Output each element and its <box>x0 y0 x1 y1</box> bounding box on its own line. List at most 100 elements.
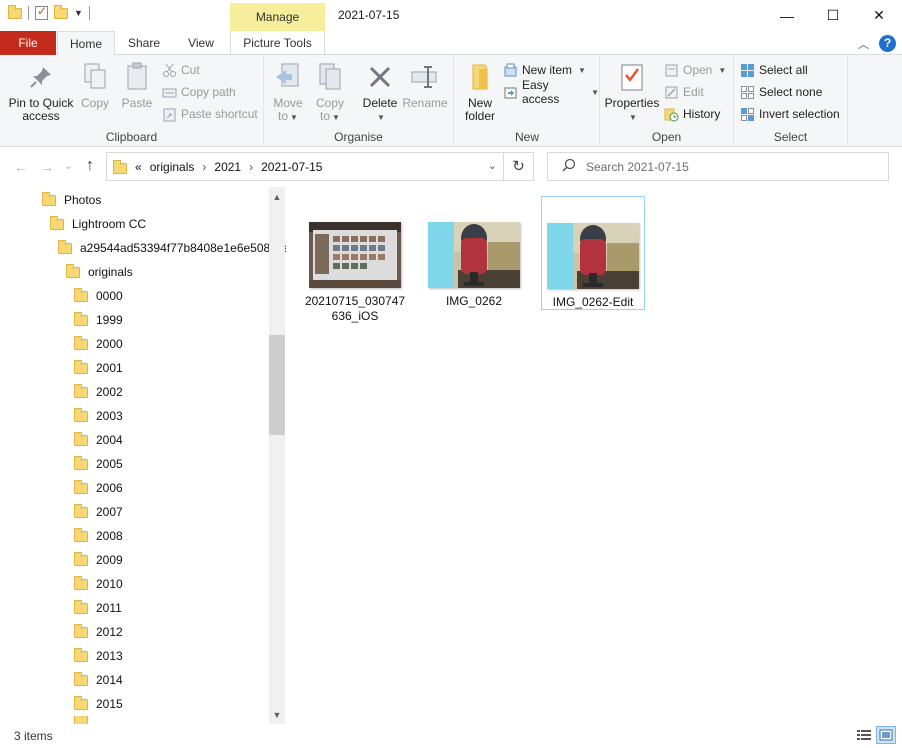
folder-icon <box>8 4 22 19</box>
file-name: IMG_0262-Edit <box>552 295 634 309</box>
tab-home[interactable]: Home <box>57 31 115 56</box>
tree-item-2009[interactable]: 2009 <box>74 548 123 572</box>
tree-item-label: 2002 <box>96 385 123 399</box>
tree-item-2005[interactable]: 2005 <box>74 452 123 476</box>
file-item-selected[interactable]: IMG_0262-Edit <box>541 196 645 310</box>
manage-contextual-tab[interactable]: Manage <box>230 3 325 31</box>
address-row: ← → ⌄ ↑ « originals › 2021 › 2021-07-15 … <box>0 147 902 187</box>
forward-button[interactable]: → <box>40 159 54 175</box>
file-item[interactable]: IMG_0262 <box>422 196 526 310</box>
delete-button[interactable]: Delete ▼ <box>360 61 400 124</box>
maximize-button[interactable]: ☐ <box>810 0 856 31</box>
up-button[interactable]: ↑ <box>86 157 94 175</box>
folder-icon <box>74 383 88 398</box>
tree-item-catalog-id[interactable]: a29544ad53394f77b8408e1e6e50817a <box>58 236 286 260</box>
new-folder-button[interactable]: New folder <box>459 61 501 123</box>
dropdown-arrow-icon: ▼ <box>332 113 340 122</box>
tree-item-0000[interactable]: 0000 <box>74 284 123 308</box>
tree-item-2008[interactable]: 2008 <box>74 524 123 548</box>
photo-thumbnail <box>547 223 639 289</box>
rename-button[interactable]: Rename <box>402 61 448 110</box>
tree-item-2001[interactable]: 2001 <box>74 356 123 380</box>
tree-item-2012[interactable]: 2012 <box>74 620 123 644</box>
breadcrumb-originals[interactable]: originals <box>150 160 195 174</box>
breadcrumb-separator[interactable]: › <box>249 160 253 174</box>
copy-to-button[interactable]: Copy to ▼ <box>312 61 348 124</box>
easy-access-icon <box>503 85 518 100</box>
tree-item-2010[interactable]: 2010 <box>74 572 123 596</box>
edit-button[interactable]: Edit <box>664 83 704 101</box>
move-to-button[interactable]: Move to ▼ <box>270 61 306 124</box>
address-bar[interactable]: « originals › 2021 › 2021-07-15 ⌄ <box>106 152 504 181</box>
open-group-label: Open <box>651 130 682 144</box>
refresh-button[interactable]: ↻ <box>504 152 534 181</box>
folder-icon <box>74 695 88 710</box>
properties-icon[interactable] <box>35 4 48 20</box>
address-dropdown-icon[interactable]: ⌄ <box>488 159 497 172</box>
paste-shortcut-button[interactable]: Paste shortcut <box>162 105 258 123</box>
tree-item-2013[interactable]: 2013 <box>74 644 123 668</box>
tree-item-label: 0000 <box>96 289 123 303</box>
tree-item-2004[interactable]: 2004 <box>74 428 123 452</box>
tab-view[interactable]: View <box>176 31 226 55</box>
tree-item-originals[interactable]: originals <box>66 260 133 284</box>
breadcrumb-2021-07-15[interactable]: 2021-07-15 <box>261 160 322 174</box>
tab-picture-tools[interactable]: Picture Tools <box>230 31 325 55</box>
details-view-icon[interactable] <box>854 726 874 744</box>
search-icon <box>562 158 576 175</box>
breadcrumb-separator[interactable]: › <box>202 160 206 174</box>
close-button[interactable]: ✕ <box>856 0 902 31</box>
tree-item-2014[interactable]: 2014 <box>74 668 123 692</box>
copy-button[interactable]: Copy <box>76 61 114 110</box>
select-all-button[interactable]: Select all <box>740 61 808 79</box>
properties-button[interactable]: Properties ▼ <box>604 61 660 124</box>
select-none-button[interactable]: Select none <box>740 83 822 101</box>
tab-share[interactable]: Share <box>118 31 170 55</box>
scroll-thumb[interactable] <box>269 335 285 435</box>
scroll-down-icon[interactable]: ▼ <box>269 707 285 723</box>
copy-path-button[interactable]: Copy path <box>162 83 236 101</box>
search-input[interactable]: Search 2021-07-15 <box>547 152 889 181</box>
invert-selection-icon <box>740 107 755 122</box>
history-button[interactable]: History <box>664 105 720 123</box>
search-placeholder: Search 2021-07-15 <box>586 159 689 174</box>
recent-locations-button[interactable]: ⌄ <box>64 159 73 172</box>
file-item[interactable]: 20210715_030747636_iOS <box>303 196 407 323</box>
paste-button[interactable]: Paste <box>117 61 157 110</box>
tree-item-1999[interactable]: 1999 <box>74 308 123 332</box>
tree-item-2000[interactable]: 2000 <box>74 332 123 356</box>
customize-qat-icon[interactable]: ▼ <box>74 8 83 18</box>
folder-icon <box>74 335 88 350</box>
tree-item-label: 2015 <box>96 697 123 711</box>
tree-item-label: a29544ad53394f77b8408e1e6e50817a <box>80 241 286 255</box>
tree-item-2011[interactable]: 2011 <box>74 596 122 620</box>
open-button[interactable]: Open ▼ <box>664 61 726 79</box>
new-folder-icon[interactable] <box>54 4 68 19</box>
pin-to-quick-access-button[interactable]: Pin to Quick access <box>6 61 76 123</box>
tree-item-label: 2008 <box>96 529 123 543</box>
tree-item-label: 2003 <box>96 409 123 423</box>
tree-item-2006[interactable]: 2006 <box>74 476 123 500</box>
organise-group: Move to ▼ Copy to ▼ Delete ▼ Rename Organi… <box>264 55 454 147</box>
nav-scrollbar[interactable]: ▲ ▼ <box>269 187 285 724</box>
back-button[interactable]: ← <box>14 159 28 175</box>
tree-item-photos[interactable]: Photos <box>42 188 101 212</box>
cut-button[interactable]: Cut <box>162 61 200 79</box>
easy-access-button[interactable]: Easy access ▼ <box>503 78 599 106</box>
tree-item-lightroom-cc[interactable]: Lightroom CC <box>50 212 146 236</box>
tree-item-2003[interactable]: 2003 <box>74 404 123 428</box>
tree-item-2015[interactable]: 2015 <box>74 692 123 716</box>
breadcrumb-2021[interactable]: 2021 <box>214 160 241 174</box>
tab-file[interactable]: File <box>0 31 56 55</box>
scissors-icon <box>162 63 177 78</box>
invert-selection-button[interactable]: Invert selection <box>740 105 840 123</box>
tree-item-2007[interactable]: 2007 <box>74 500 123 524</box>
tree-item-2002[interactable]: 2002 <box>74 380 123 404</box>
breadcrumb-overflow[interactable]: « <box>135 160 142 174</box>
new-item-button[interactable]: New item ▼ <box>503 61 586 79</box>
large-icons-view-icon[interactable] <box>876 726 896 744</box>
collapse-ribbon-icon[interactable]: ︿ <box>858 36 869 52</box>
scroll-up-icon[interactable]: ▲ <box>269 189 285 205</box>
minimize-button[interactable]: — <box>764 0 810 31</box>
help-icon[interactable]: ? <box>879 35 896 52</box>
